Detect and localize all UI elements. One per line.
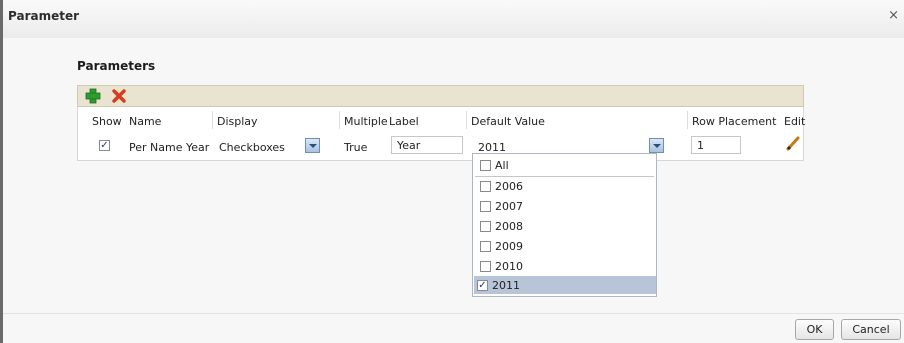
dialog-titlebar: Parameter × (3, 0, 904, 38)
option-checkbox[interactable] (480, 160, 491, 171)
header-default-value: Default Value (471, 115, 545, 128)
header-divider (339, 111, 340, 129)
show-checkbox[interactable]: ✓ (99, 140, 110, 151)
header-edit: Edit (784, 115, 806, 128)
row-placement-field[interactable]: 1 (691, 136, 741, 154)
label-field[interactable]: Year (391, 136, 463, 154)
default-value-dropdown-button[interactable] (649, 138, 664, 153)
header-divider (466, 111, 467, 129)
header-show: Show (92, 115, 122, 128)
row-multiple: True (344, 141, 368, 154)
row-name: Per Name Year (129, 141, 210, 154)
delete-icon[interactable] (110, 87, 128, 105)
header-divider (687, 111, 688, 129)
header-label: Label (389, 115, 419, 128)
option-2009[interactable]: 2009 (477, 237, 656, 255)
parameters-toolbar (77, 85, 804, 107)
header-multiple: Multiple (344, 115, 388, 128)
option-checkbox[interactable] (480, 181, 491, 192)
default-value-options-list: All 2006 2007 2008 2009 2010 ✓ 2011 (472, 153, 657, 297)
display-select-value[interactable]: Checkboxes (219, 141, 285, 154)
header-row-placement: Row Placement (692, 115, 777, 128)
option-2007[interactable]: 2007 (477, 197, 656, 215)
option-label: 2007 (495, 200, 523, 213)
close-icon[interactable]: × (888, 8, 899, 23)
option-checkbox[interactable] (480, 241, 491, 252)
section-title: Parameters (77, 59, 156, 73)
option-checkbox[interactable]: ✓ (477, 280, 488, 291)
option-checkbox[interactable] (480, 221, 491, 232)
option-label: 2010 (495, 260, 523, 273)
dialog-title: Parameter (8, 9, 80, 23)
add-icon[interactable] (84, 87, 102, 105)
option-label: 2011 (492, 279, 520, 292)
option-2010[interactable]: 2010 (477, 257, 656, 275)
option-label: 2008 (495, 220, 523, 233)
option-label: All (495, 159, 509, 172)
option-checkbox[interactable] (480, 261, 491, 272)
cancel-button[interactable]: Cancel (841, 319, 901, 340)
parameter-dialog: Parameter × Parameters Show Name Display… (0, 0, 904, 343)
option-2008[interactable]: 2008 (477, 217, 656, 235)
option-label: 2009 (495, 240, 523, 253)
option-all[interactable]: All (477, 156, 656, 174)
display-dropdown-button[interactable] (305, 138, 320, 153)
header-divider (212, 111, 213, 129)
ok-button[interactable]: OK (795, 319, 834, 340)
footer-divider (3, 313, 904, 314)
option-2006[interactable]: 2006 (477, 177, 656, 195)
option-2011[interactable]: ✓ 2011 (474, 276, 656, 294)
header-display: Display (217, 115, 258, 128)
option-checkbox[interactable] (480, 201, 491, 212)
header-name: Name (129, 115, 162, 128)
pencil-icon[interactable] (785, 135, 801, 151)
option-label: 2006 (495, 180, 523, 193)
